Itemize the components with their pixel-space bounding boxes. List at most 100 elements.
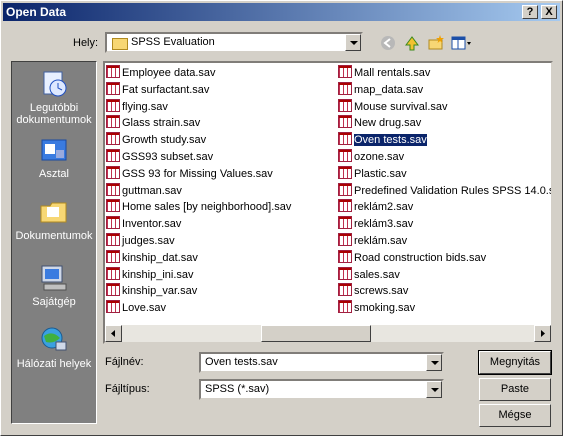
new-folder-icon[interactable] [426, 33, 446, 53]
file-item[interactable]: kinship_ini.sav [106, 266, 194, 283]
file-item[interactable]: reklám2.sav [338, 199, 413, 215]
file-name: reklám2.sav [354, 201, 414, 214]
filetype-select[interactable]: SPSS (*.sav) [199, 379, 444, 400]
place-label: Hálózati helyek [16, 358, 92, 370]
file-name: flying.sav [122, 100, 168, 113]
file-item[interactable]: Employee data.sav [106, 65, 216, 81]
file-name: Oven tests.sav [353, 133, 428, 148]
file-name: New drug.sav [354, 117, 422, 130]
file-name: sales.sav [354, 268, 400, 281]
view-menu-icon[interactable] [450, 33, 474, 53]
chevron-down-icon[interactable] [345, 34, 361, 51]
lookin-combo[interactable]: SPSS Evaluation [105, 32, 363, 53]
place-label: Legutóbbi [29, 102, 79, 114]
sav-file-icon [106, 165, 120, 179]
file-list[interactable]: Love.sav kinship_var.sav kinship_ini.sav ki… [103, 61, 553, 344]
file-item[interactable]: Glass strain.sav [106, 115, 200, 131]
sav-file-icon [338, 132, 352, 146]
place-desktop[interactable]: Asztal [12, 134, 96, 180]
sav-file-icon [338, 233, 352, 246]
sav-file-icon [338, 81, 352, 95]
file-name: Road construction bids.sav [354, 251, 487, 264]
cancel-button[interactable]: Mégse [479, 404, 551, 427]
file-item[interactable]: map_data.sav [338, 81, 424, 98]
sav-file-icon [338, 165, 352, 179]
sav-file-icon [106, 216, 120, 230]
file-item[interactable]: Predefined Validation Rules SPSS 14.0.sa… [338, 182, 551, 199]
paste-button[interactable]: Paste [479, 378, 551, 401]
lookin-label: Hely: [73, 37, 99, 49]
scroll-left-button[interactable] [105, 325, 122, 342]
chevron-down-icon[interactable] [426, 381, 442, 398]
up-folder-icon[interactable] [402, 33, 422, 53]
file-item[interactable]: guttman.sav [106, 182, 182, 199]
sav-file-icon [106, 300, 120, 314]
desktop-icon [38, 134, 70, 166]
file-name: GSS93 subset.sav [122, 151, 214, 163]
file-name: Plastic.sav [354, 167, 407, 180]
file-name: judges.sav [122, 235, 175, 247]
documents-folder-icon [38, 196, 70, 228]
sav-file-icon [338, 65, 352, 78]
file-name: Growth study.sav [122, 134, 207, 147]
place-label: Asztal [39, 168, 69, 180]
file-item[interactable]: kinship_var.sav [106, 283, 197, 299]
file-item[interactable]: GSS93 subset.sav [106, 149, 213, 165]
file-item[interactable]: Road construction bids.sav [338, 249, 487, 266]
open-button[interactable]: Megnyitás [478, 350, 552, 375]
sav-file-icon [338, 300, 352, 314]
file-item[interactable]: flying.sav [106, 98, 168, 115]
file-name: map_data.sav [354, 83, 424, 96]
sav-file-icon [338, 98, 352, 112]
close-button[interactable]: X [541, 5, 557, 19]
back-icon[interactable] [378, 33, 398, 53]
sav-file-icon [106, 149, 120, 162]
sav-file-icon [106, 199, 120, 213]
scroll-thumb[interactable] [261, 325, 371, 342]
file-name: ozone.sav [354, 151, 405, 163]
file-item[interactable]: judges.sav [106, 233, 175, 249]
file-item[interactable]: Inventor.sav [106, 216, 181, 232]
title-bar[interactable]: Open Data ? X [3, 3, 560, 21]
place-network[interactable]: Hálózati helyek [12, 324, 96, 370]
file-item[interactable]: reklám3.sav [338, 216, 413, 232]
file-name: Employee data.sav [122, 67, 216, 79]
file-item[interactable]: Home sales [by neighborhood].sav [106, 199, 291, 215]
file-item[interactable]: ozone.sav [338, 149, 404, 165]
file-item[interactable]: smoking.sav [338, 300, 415, 316]
file-name: GSS 93 for Missing Values.sav [122, 167, 273, 180]
scroll-right-button[interactable] [534, 325, 551, 342]
file-name: Mall rentals.sav [354, 67, 431, 79]
file-item[interactable]: reklám.sav [338, 233, 407, 249]
help-button[interactable]: ? [522, 5, 538, 19]
file-item[interactable]: screws.sav [338, 283, 408, 299]
lookin-value: SPSS Evaluation [131, 36, 215, 48]
filename-input[interactable]: Oven tests.sav [199, 352, 444, 373]
file-item[interactable]: Growth study.sav [106, 132, 206, 148]
file-item[interactable]: Fat surfactant.sav [106, 81, 209, 98]
place-my-computer[interactable]: Sajátgép [12, 262, 96, 308]
recent-documents-icon [38, 68, 70, 100]
file-item[interactable]: Mouse survival.sav [338, 98, 448, 115]
sav-file-icon [106, 266, 120, 280]
file-item[interactable]: Mall rentals.sav [338, 65, 430, 81]
file-item[interactable]: Oven tests.sav [338, 132, 428, 148]
file-item[interactable]: Plastic.sav [338, 165, 407, 182]
filetype-label: Fájltípus: [105, 383, 150, 395]
open-data-dialog: Open Data ? X Hely: SPSS Evaluation Legu… [0, 0, 563, 436]
file-item[interactable]: sales.sav [338, 266, 400, 283]
place-recent[interactable]: Legutóbbi dokumentumok [12, 68, 96, 126]
file-item[interactable]: kinship_dat.sav [106, 249, 198, 266]
chevron-down-icon[interactable] [426, 354, 442, 371]
file-item[interactable]: GSS 93 for Missing Values.sav [106, 165, 273, 182]
horizontal-scrollbar[interactable] [105, 325, 551, 342]
file-item[interactable]: Love.sav [106, 300, 166, 316]
window-title: Open Data [6, 5, 67, 19]
place-documents[interactable]: Dokumentumok [12, 196, 96, 242]
sav-file-icon [106, 98, 120, 112]
sav-file-icon [338, 216, 352, 230]
file-item[interactable]: New drug.sav [338, 115, 421, 131]
place-label: Dokumentumok [15, 230, 93, 242]
sav-file-icon [106, 182, 120, 196]
file-name: Inventor.sav [122, 218, 182, 231]
